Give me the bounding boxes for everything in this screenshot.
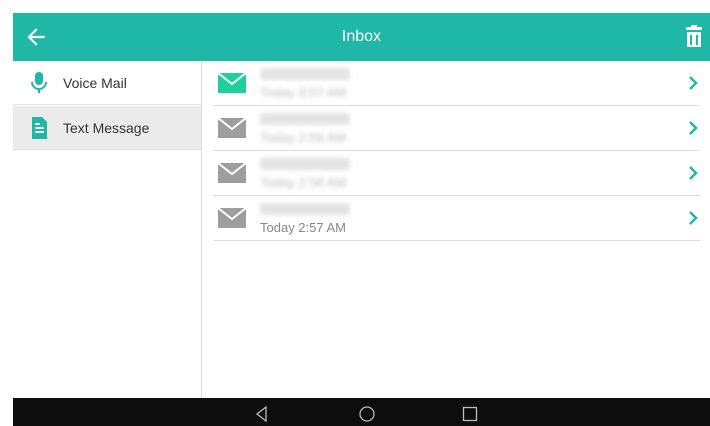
- sidebar-item-label: Voice Mail: [63, 75, 127, 91]
- envelope-icon: [218, 208, 246, 228]
- sidebar-item-text-message[interactable]: Text Message: [13, 106, 201, 150]
- title-bar: Inbox: [13, 13, 710, 61]
- redacted-sender: [260, 203, 350, 215]
- sidebar-item-label: Text Message: [63, 120, 150, 136]
- redacted-sender: [260, 68, 350, 80]
- list-item[interactable]: Today 3:07 AM: [213, 61, 700, 106]
- chevron-right-icon: [689, 211, 698, 225]
- trash-icon[interactable]: [684, 25, 704, 49]
- list-item[interactable]: Today 2:59 AM: [213, 106, 700, 151]
- envelope-icon: [218, 163, 246, 183]
- back-triangle-icon[interactable]: [253, 405, 271, 423]
- list-item[interactable]: Today 2:58 AM: [213, 151, 700, 196]
- envelope-icon: [218, 73, 246, 93]
- chevron-right-icon: [689, 121, 698, 135]
- microphone-icon: [31, 72, 47, 93]
- envelope-icon: [218, 118, 246, 138]
- page-title: Inbox: [341, 28, 382, 45]
- message-time: Today 3:07 AM: [260, 85, 346, 100]
- sidebar-item-voice-mail[interactable]: Voice Mail: [13, 61, 201, 105]
- recents-square-icon[interactable]: [461, 405, 479, 423]
- home-circle-icon[interactable]: [358, 405, 376, 423]
- message-list: Today 3:07 AM Today 2:59 AM Today 2:58 A…: [213, 61, 700, 241]
- system-navigation-bar: [13, 398, 710, 426]
- message-time: Today 2:57 AM: [260, 220, 346, 235]
- redacted-sender: [260, 113, 350, 125]
- document-icon: [32, 117, 47, 139]
- redacted-sender: [260, 158, 350, 170]
- list-item[interactable]: Today 2:57 AM: [213, 196, 700, 241]
- phone-screen: Inbox Voice Mail Text Message Today 3:07…: [13, 13, 710, 426]
- chevron-right-icon: [689, 76, 698, 90]
- message-time: Today 2:59 AM: [260, 130, 346, 145]
- sidebar: Voice Mail Text Message: [13, 61, 202, 398]
- chevron-right-icon: [689, 166, 698, 180]
- message-time: Today 2:58 AM: [260, 175, 346, 190]
